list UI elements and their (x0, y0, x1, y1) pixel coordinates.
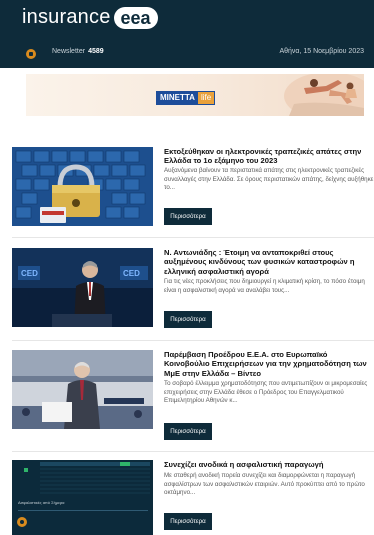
ad-brand-primary: MINETTA (157, 92, 198, 104)
newsletter-label-text: Newsletter (52, 48, 86, 55)
svg-text:CED: CED (21, 269, 38, 278)
laptop-padlock-keyboard-image (12, 147, 153, 226)
issue-date: Αθήνα, 15 Νοεμβρίου 2023 (279, 48, 364, 55)
article-title[interactable]: Συνεχίζει ανοδικά η ασφαλιστική παραγωγή (164, 460, 374, 469)
article-card: CED CED Ν. Αντωνιάδης : Έτοιμη να ανταπο… (12, 248, 374, 331)
newsletter-number: 4589 (88, 48, 104, 55)
article-thumbnail[interactable] (12, 147, 153, 226)
minetta-life-logo: MINETTA life (156, 91, 216, 105)
article-thumbnail[interactable]: CED CED (12, 248, 153, 327)
article-card: Εκτοξεύθηκαν οι ηλεκτρονικές τραπεζικές … (12, 147, 374, 230)
article-thumbnail[interactable]: Ασφαλιστικές από Σήμερα (12, 460, 153, 535)
article-divider (12, 340, 374, 341)
newsletter-icon (26, 49, 36, 59)
article-title[interactable]: Παρέμβαση Προέδρου Ε.Ε.Α. στο Ευρωπαϊκό … (164, 350, 374, 378)
article-card: Ασφαλιστικές από Σήμερα Συνεχίζει ανοδικ… (12, 460, 374, 535)
family-photo-illustration (284, 74, 364, 116)
article-thumbnail[interactable] (12, 350, 153, 429)
read-more-button[interactable]: Περισσότερα (164, 423, 212, 440)
article-card: Παρέμβαση Προέδρου Ε.Ε.Α. στο Ευρωπαϊκό … (12, 350, 374, 446)
minetta-life-ad-banner[interactable]: MINETTA life (26, 74, 364, 116)
article-divider (12, 237, 374, 238)
read-more-button[interactable]: Περισσότερα (164, 311, 212, 328)
article-description: Με σταθερή ανοδική πορεία συνεχίζει και … (164, 472, 365, 497)
read-more-button[interactable]: Περισσότερα (164, 513, 212, 530)
article-description: Για τις νέες προκλήσεις που δημιουργεί η… (164, 278, 365, 294)
read-more-button[interactable]: Περισσότερα (164, 208, 212, 225)
speaker-on-stage-image: CED CED (12, 248, 153, 327)
insurance-production-report-image (12, 460, 153, 535)
logo-wordmark: insurance (22, 6, 111, 28)
article-description: Το σοβαρό έλλειμμα χρηματοδότησης που αν… (164, 380, 368, 405)
ad-brand-secondary: life (197, 92, 215, 104)
svg-text:CED: CED (123, 269, 140, 278)
article-description: Αυξανόμενα βαίνουν τα περιστατικά απάτης… (164, 167, 374, 192)
newsletter-header: insurance eea Newsletter 4589 Αθήνα, 15 Ν… (0, 0, 374, 68)
article-divider (12, 451, 374, 452)
article-title[interactable]: Ν. Αντωνιάδης : Έτοιμη να ανταποκριθεί σ… (164, 248, 374, 276)
logo-pill: eea (113, 6, 158, 29)
newsletter-label: Newsletter 4589 (52, 48, 104, 55)
speaker-at-parliament-image (12, 350, 153, 429)
insurance-eea-logo[interactable]: insurance eea (22, 6, 158, 29)
article-title[interactable]: Εκτοξεύθηκαν οι ηλεκτρονικές τραπεζικές … (164, 147, 374, 166)
image-caption: Ασφαλιστικές από Σήμερα (18, 500, 65, 505)
